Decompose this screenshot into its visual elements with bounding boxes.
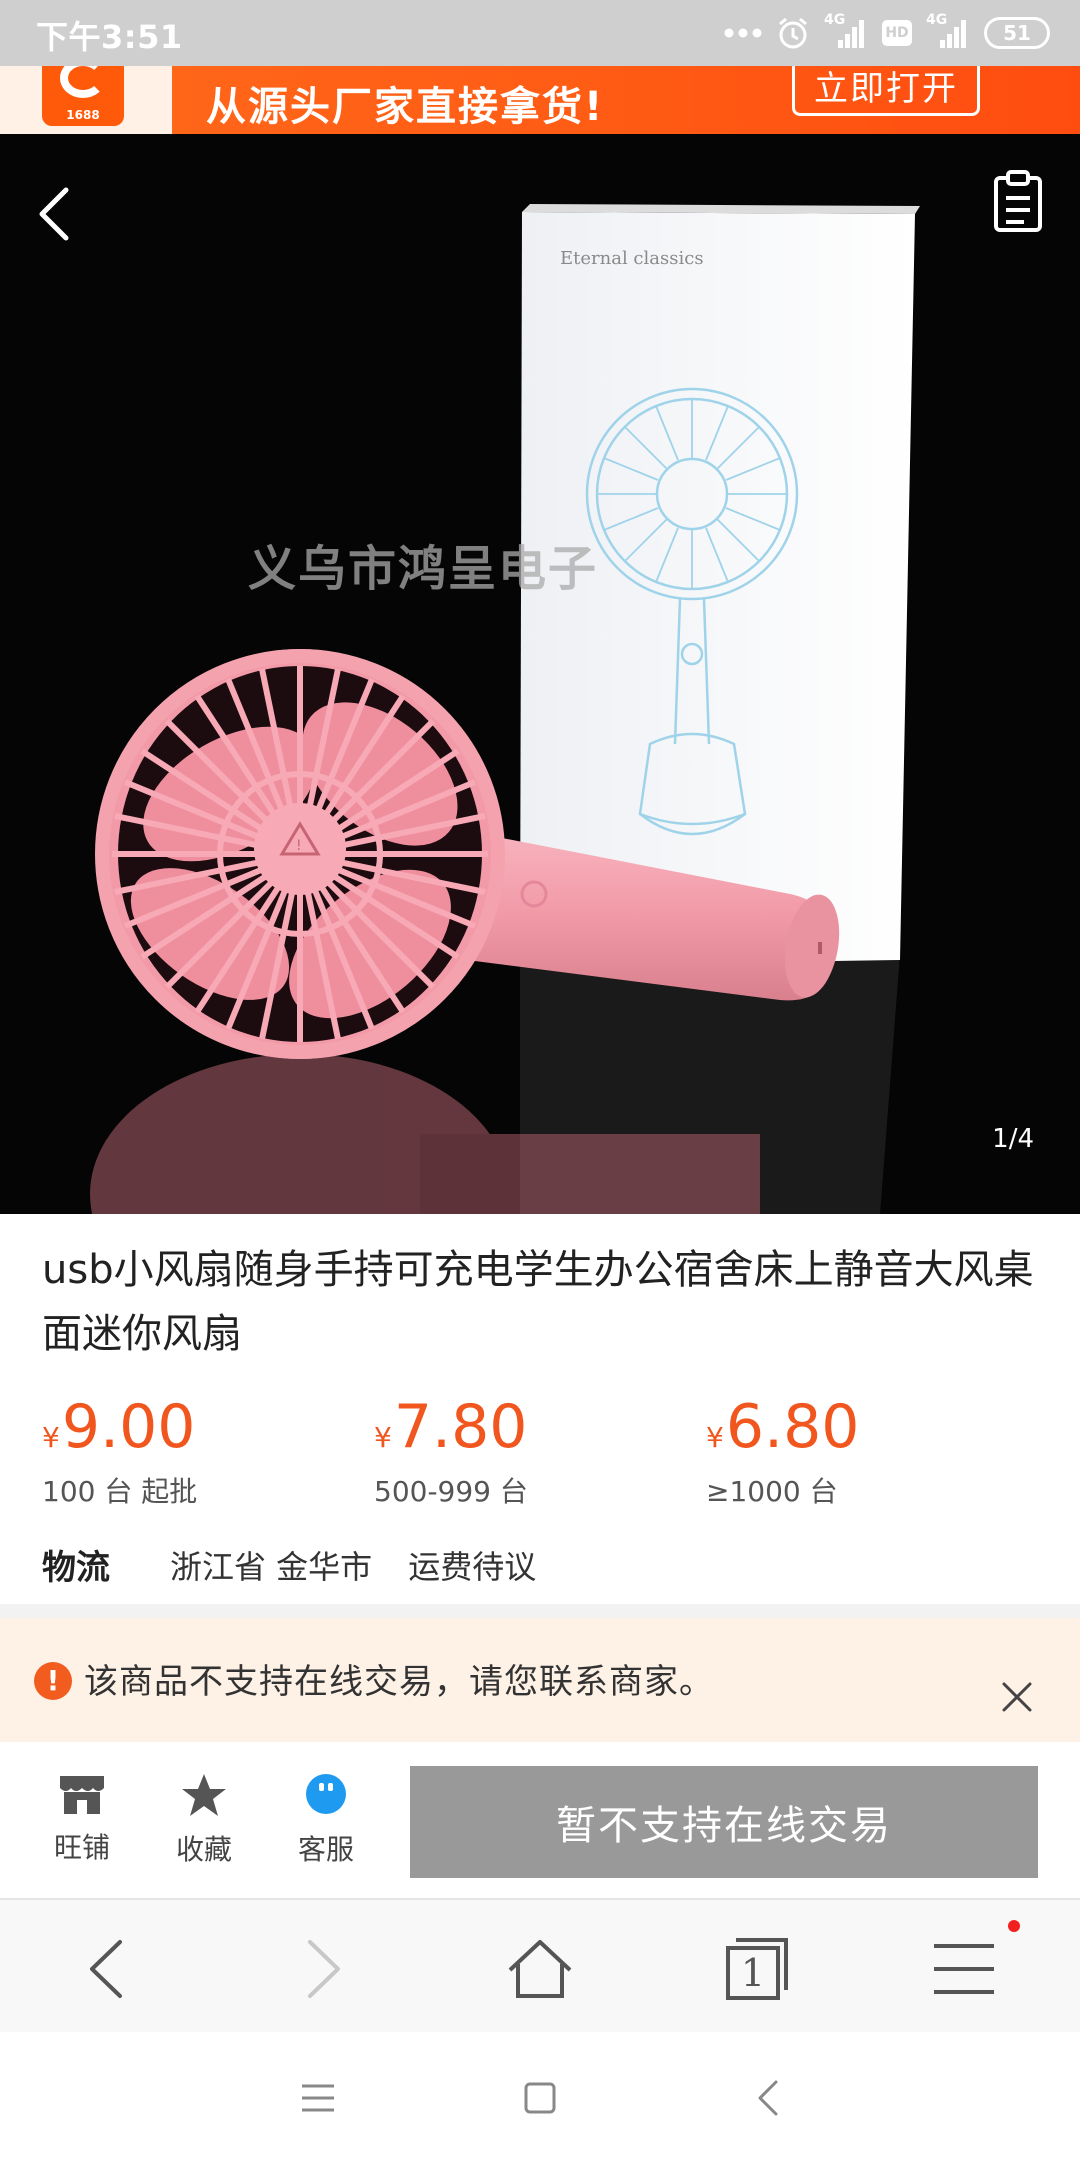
shop-button[interactable]: 旺铺 <box>32 1772 132 1866</box>
shipping-fee: 运费待议 <box>408 1547 537 1586</box>
more-icon <box>724 28 762 38</box>
notice-text: 该商品不支持在线交易，请您联系商家。 <box>84 1662 714 1702</box>
ship-from-location: 浙江省 金华市 <box>170 1547 373 1586</box>
shop-label: 旺铺 <box>53 1831 110 1864</box>
image-page-indicator: 1/4 <box>992 1124 1034 1154</box>
logistics-label: 物流 <box>42 1548 110 1588</box>
product-action-bar: 旺铺 收藏 客服 暂不支持在线交易 <box>0 1742 1080 1898</box>
warning-icon: ! <box>34 1662 72 1700</box>
tabs-button[interactable]: 1 <box>716 1936 796 2002</box>
currency-symbol: ¥ <box>42 1421 60 1454</box>
recents-icon[interactable] <box>298 2078 338 2118</box>
price-value: 7.80 <box>393 1392 528 1462</box>
product-title: usb小风扇随身手持可充电学生办公宿舍床上静音大风桌面迷你风扇 <box>42 1247 1034 1357</box>
product-image-carousel[interactable]: Eternal classics ! 义乌市鸿呈电子 1/4 <box>0 134 1080 1214</box>
logo-number: 1688 <box>66 108 100 122</box>
home-icon[interactable] <box>500 1936 580 2002</box>
box-label: Eternal classics <box>560 248 704 269</box>
service-label: 客服 <box>297 1833 354 1866</box>
price-tier-2: ¥7.80 500-999 台 <box>374 1392 528 1510</box>
promo-logo-area: 1688 <box>0 66 172 134</box>
chat-bubble-icon <box>306 1774 346 1814</box>
online-trade-unavailable-button[interactable]: 暂不支持在线交易 <box>410 1766 1038 1878</box>
status-bar: 下午3:51 4G HD 4G 51 <box>0 0 1080 66</box>
browser-navigation-bar: 1 <box>0 1898 1080 2032</box>
close-icon[interactable] <box>1000 1680 1034 1714</box>
tab-count: 1 <box>740 1951 766 1995</box>
shop-icon <box>60 1776 104 1814</box>
price-condition: ≥1000 台 <box>706 1475 838 1508</box>
clipboard-icon[interactable] <box>990 168 1046 234</box>
svg-text:!: ! <box>296 838 302 854</box>
product-photo: Eternal classics ! <box>90 204 920 1214</box>
trade-notice-banner: ! 该商品不支持在线交易，请您联系商家。 <box>0 1618 1080 1742</box>
menu-icon[interactable] <box>924 1936 1004 2002</box>
price-condition: 500-999 台 <box>374 1475 528 1508</box>
currency-symbol: ¥ <box>706 1421 724 1454</box>
signal-icon-1: 4G <box>824 12 868 50</box>
notification-dot <box>1008 1920 1020 1932</box>
price-tier-1: ¥9.00 100 台 起批 <box>42 1392 197 1510</box>
logistics-row: 物流 浙江省 金华市 运费待议 <box>42 1540 536 1589</box>
app-promo-banner[interactable]: 1688 从源头厂家直接拿货! 立即打开 <box>0 66 1080 134</box>
section-divider <box>0 1604 1080 1618</box>
system-navigation-bar <box>0 2032 1080 2160</box>
status-time: 下午3:51 <box>36 18 183 56</box>
alarm-icon <box>779 17 807 49</box>
price-tier-3: ¥6.80 ≥1000 台 <box>706 1392 859 1510</box>
back-icon[interactable] <box>28 174 84 254</box>
home-button-icon[interactable] <box>520 2078 560 2118</box>
battery-indicator: 51 <box>984 17 1050 49</box>
status-icons: 4G HD 4G 51 <box>724 12 1050 53</box>
forward-icon[interactable] <box>282 1936 362 2002</box>
currency-symbol: ¥ <box>374 1421 392 1454</box>
price-value: 6.80 <box>725 1392 860 1462</box>
price-value: 9.00 <box>61 1392 196 1462</box>
signal-icon-2: 4G <box>926 12 970 50</box>
promo-text: 从源头厂家直接拿货! <box>206 84 605 130</box>
customer-service-button[interactable]: 客服 <box>276 1772 376 1868</box>
system-back-icon[interactable] <box>748 2078 788 2118</box>
open-app-button[interactable]: 立即打开 <box>792 66 980 116</box>
favorite-label: 收藏 <box>175 1833 232 1866</box>
favorite-button[interactable]: 收藏 <box>154 1772 254 1868</box>
app-logo-icon: 1688 <box>42 66 124 126</box>
star-icon <box>182 1774 226 1816</box>
image-watermark: 义乌市鸿呈电子 <box>248 541 599 597</box>
price-condition: 100 台 起批 <box>42 1475 198 1508</box>
hd-icon: HD <box>882 20 912 46</box>
back-icon[interactable] <box>68 1936 148 2002</box>
